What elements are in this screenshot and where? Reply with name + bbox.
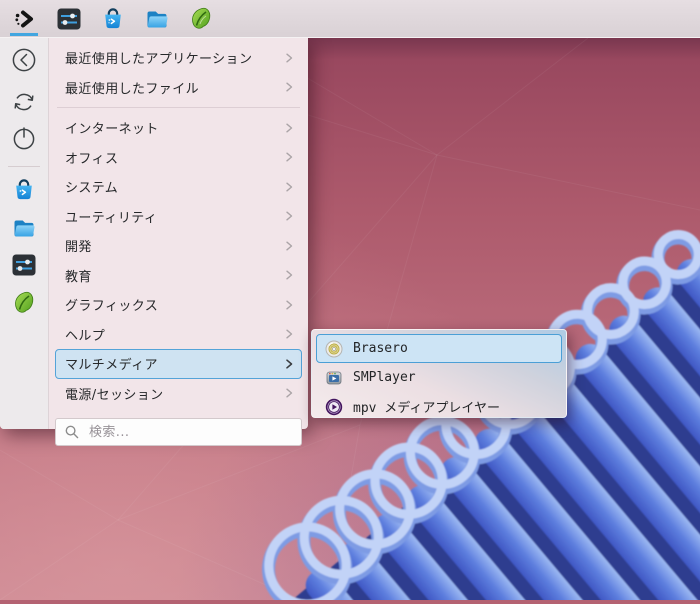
menu-item-office[interactable]: オフィス (55, 143, 302, 173)
file-manager-icon (147, 11, 168, 28)
panel-file-manager-button[interactable] (144, 6, 170, 32)
active-task-indicator (10, 33, 38, 36)
menu-item-graphics[interactable]: グラフィックス (55, 290, 302, 320)
menu-separator (57, 107, 300, 108)
chevron-right-icon (286, 53, 293, 63)
menu-item-education[interactable]: 教育 (55, 261, 302, 291)
refresh-icon (14, 93, 34, 111)
discover-icon (16, 179, 32, 200)
chevron-right-icon (286, 182, 293, 192)
submenu-item-label: Brasero (353, 341, 408, 356)
menu-item-label: 教育 (65, 269, 92, 285)
sidebar-separator (8, 166, 40, 167)
panel-system-settings-button[interactable] (56, 6, 82, 32)
shutdown-button[interactable] (10, 124, 38, 152)
submenu-item-smplayer[interactable]: SMPlayer (316, 363, 562, 392)
system-settings-icon (57, 8, 81, 29)
top-panel (0, 0, 700, 38)
panel-discover-button[interactable] (100, 6, 126, 32)
menu-item-label: システム (65, 181, 119, 197)
menu-item-recent-apps[interactable]: 最近使用したアプリケーション (55, 43, 302, 73)
menu-item-label: ユーティリティ (65, 210, 158, 226)
refresh-button[interactable] (10, 88, 38, 116)
launcher-sidebar (0, 38, 49, 429)
chevron-right-icon (286, 388, 293, 398)
menu-item-label: 最近使用したアプリケーション (65, 52, 253, 68)
menu-item-multimedia[interactable]: マルチメディア (55, 349, 302, 379)
search-box (55, 418, 302, 446)
system-settings-icon (12, 254, 36, 276)
leaf-logo-icon (192, 7, 211, 29)
menu-item-utilities[interactable]: ユーティリティ (55, 202, 302, 232)
menu-item-label: 最近使用したファイル (65, 81, 200, 97)
brasero-disc-icon (325, 340, 343, 357)
submenu-item-label: SMPlayer (353, 370, 416, 385)
shutdown-icon (13, 127, 35, 150)
app-launcher-icon (15, 10, 33, 27)
menu-item-label: インターネット (65, 122, 159, 138)
menu-item-label: グラフィックス (65, 299, 159, 315)
back-icon (12, 48, 36, 72)
menu-item-recent-files[interactable]: 最近使用したファイル (55, 73, 302, 103)
chevron-right-icon (286, 152, 293, 162)
chevron-right-icon (286, 300, 293, 310)
chevron-right-icon (286, 329, 293, 339)
sidebar-discover-button[interactable] (10, 176, 38, 204)
chevron-right-icon (286, 123, 293, 133)
mpv-icon (325, 398, 343, 415)
search-input[interactable] (87, 423, 293, 441)
menu-item-power-session[interactable]: 電源/セッション (55, 379, 302, 409)
chevron-right-icon (286, 359, 293, 369)
leaf-logo-icon (15, 291, 34, 313)
menu-item-development[interactable]: 開発 (55, 231, 302, 261)
menu-item-label: 電源/セッション (65, 387, 164, 403)
submenu-item-mpv[interactable]: mpv メディアプレイヤー (316, 392, 562, 421)
search-icon (65, 425, 79, 439)
launcher-category-list: 最近使用したアプリケーション 最近使用したファイル インターネット オフィス シ… (49, 38, 308, 446)
submenu-item-brasero[interactable]: Brasero (316, 334, 562, 363)
submenu-item-label: mpv メディアプレイヤー (353, 401, 501, 416)
back-button[interactable] (10, 46, 38, 74)
multimedia-submenu: Brasero SMPlayer mpv メディアプレイヤー (311, 329, 567, 418)
chevron-right-icon (286, 211, 293, 221)
sidebar-system-settings-button[interactable] (10, 251, 38, 279)
discover-icon (105, 7, 121, 28)
chevron-right-icon (286, 241, 293, 251)
menu-item-label: オフィス (65, 151, 119, 167)
menu-item-system[interactable]: システム (55, 172, 302, 202)
smplayer-icon (326, 371, 342, 384)
sidebar-file-manager-button[interactable] (10, 214, 38, 242)
menu-item-label: ヘルプ (65, 328, 106, 344)
chevron-right-icon (286, 82, 293, 92)
menu-item-help[interactable]: ヘルプ (55, 320, 302, 350)
sidebar-leaf-app-button[interactable] (10, 289, 38, 317)
menu-item-label: 開発 (65, 240, 92, 256)
chevron-right-icon (286, 270, 293, 280)
menu-item-internet[interactable]: インターネット (55, 113, 302, 143)
panel-leaf-app-button[interactable] (188, 6, 214, 32)
menu-item-label: マルチメディア (65, 358, 158, 374)
app-launcher-button[interactable] (12, 6, 38, 32)
file-manager-icon (14, 220, 35, 237)
application-launcher-menu: 最近使用したアプリケーション 最近使用したファイル インターネット オフィス シ… (0, 38, 308, 446)
